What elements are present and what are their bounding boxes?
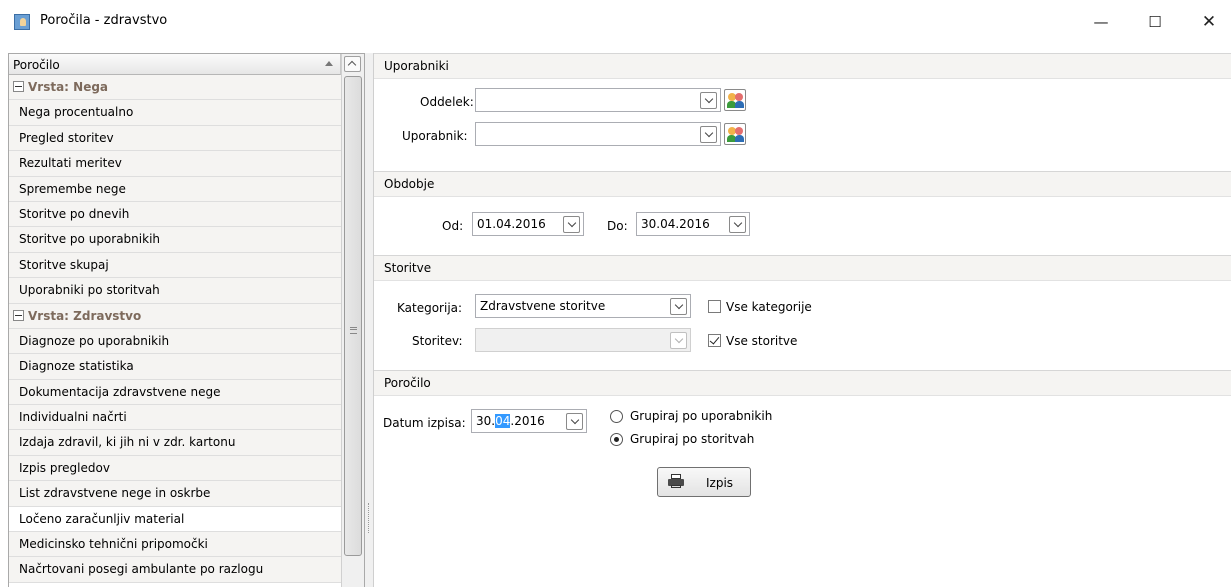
print-button[interactable]: Izpis bbox=[657, 467, 751, 497]
datum-day: 30. bbox=[476, 414, 496, 428]
vse-kategorije-checkbox[interactable] bbox=[708, 300, 721, 313]
report-group-row[interactable]: Vrsta: Nega bbox=[9, 75, 341, 101]
do-value: 30.04.2016 bbox=[641, 217, 710, 231]
sort-ascending-icon bbox=[325, 61, 333, 66]
maximize-button[interactable]: ☐ bbox=[1140, 10, 1170, 34]
report-item[interactable]: Dokumentacija zdravstvene nege bbox=[9, 379, 341, 406]
collapse-icon[interactable] bbox=[13, 81, 24, 92]
kategorija-select[interactable]: Zdravstvene storitve bbox=[475, 294, 691, 318]
close-button[interactable]: ✕ bbox=[1194, 10, 1224, 34]
collapse-icon[interactable] bbox=[13, 309, 24, 321]
section-uporabniki: Uporabniki bbox=[374, 53, 1231, 79]
group-by-users-radio[interactable] bbox=[610, 410, 623, 423]
report-item[interactable]: Izpis pregledov bbox=[9, 455, 341, 482]
od-calendar-dropdown-icon[interactable] bbox=[563, 216, 580, 233]
uporabnik-select[interactable] bbox=[475, 122, 721, 146]
do-label: Do: bbox=[607, 219, 628, 233]
report-item[interactable]: List zdravstvene nege in oskrbe bbox=[9, 481, 341, 507]
report-item[interactable]: Rezultati meritev bbox=[9, 151, 341, 177]
datum-izpisa-date-picker[interactable]: 30.04.2016 bbox=[471, 409, 587, 433]
report-item[interactable]: Storitve po uporabnikih bbox=[9, 227, 341, 253]
group-by-services-radio[interactable] bbox=[610, 433, 623, 446]
datum-year: .2016 bbox=[510, 414, 545, 428]
title-bar: Poročila - zdravstvo — ☐ ✕ bbox=[0, 0, 1231, 44]
do-date-picker[interactable]: 30.04.2016 bbox=[636, 212, 750, 236]
window-title: Poročila - zdravstvo bbox=[40, 13, 168, 28]
datum-izpisa-dropdown-icon[interactable] bbox=[566, 413, 583, 430]
report-item[interactable]: Nega procentualno bbox=[9, 100, 341, 126]
report-item[interactable]: Pregled storitev bbox=[9, 125, 341, 152]
oddelek-users-button[interactable] bbox=[724, 89, 746, 111]
datum-month-selected: 04 bbox=[495, 414, 511, 428]
report-group-row[interactable]: Vrsta: Zdravstvo bbox=[9, 303, 341, 329]
report-item[interactable]: Storitve po dnevih bbox=[9, 201, 341, 228]
report-group-label: Vrsta: Zdravstvo bbox=[28, 308, 142, 323]
report-item-selected[interactable]: Ločeno zaračunljiv material bbox=[9, 506, 341, 533]
app-icon bbox=[14, 14, 30, 30]
report-list: Vrsta: Nega Nega procentualno Pregled stor… bbox=[9, 75, 341, 583]
storitev-label: Storitev: bbox=[412, 334, 463, 348]
scroll-thumb[interactable] bbox=[344, 76, 362, 556]
report-item[interactable]: Diagnoze statistika bbox=[9, 354, 341, 380]
kategorija-dropdown-icon[interactable] bbox=[670, 298, 687, 315]
report-item[interactable]: Medicinsko tehnični pripomočki bbox=[9, 532, 341, 558]
report-list-header-label: Poročilo bbox=[13, 58, 60, 72]
kategorija-value: Zdravstvene storitve bbox=[480, 299, 606, 313]
kategorija-label: Kategorija: bbox=[397, 301, 463, 315]
oddelek-dropdown-icon[interactable] bbox=[700, 92, 717, 109]
report-list-scrollbar[interactable] bbox=[341, 54, 364, 587]
datum-izpisa-label: Datum izpisa: bbox=[383, 416, 466, 430]
printer-icon bbox=[668, 474, 684, 488]
od-date-picker[interactable]: 01.04.2016 bbox=[472, 212, 584, 236]
report-item[interactable]: Individualni načrti bbox=[9, 405, 341, 431]
report-list-panel: Poročilo Vrsta: Nega Nega procentualno Pre… bbox=[8, 53, 365, 587]
uporabnik-users-button[interactable] bbox=[724, 123, 746, 145]
do-calendar-dropdown-icon[interactable] bbox=[729, 216, 746, 233]
section-porocilo: Poročilo bbox=[374, 370, 1231, 396]
vse-storitve-label: Vse storitve bbox=[726, 334, 798, 348]
section-obdobje: Obdobje bbox=[374, 171, 1231, 197]
vse-storitve-checkbox[interactable] bbox=[708, 334, 721, 347]
section-storitve: Storitve bbox=[374, 255, 1231, 281]
oddelek-select[interactable] bbox=[475, 88, 721, 112]
report-list-header[interactable]: Poročilo bbox=[9, 54, 341, 75]
report-options-panel: Uporabniki Oddelek: Uporabnik: Obdobje O… bbox=[373, 53, 1231, 587]
uporabnik-dropdown-icon[interactable] bbox=[700, 126, 717, 143]
oddelek-label: Oddelek: bbox=[420, 95, 474, 109]
scroll-up-button[interactable] bbox=[344, 56, 361, 72]
storitev-select[interactable] bbox=[475, 328, 691, 352]
report-group-label: Vrsta: Nega bbox=[28, 80, 109, 94]
report-item[interactable]: Spremembe nege bbox=[9, 176, 341, 202]
minimize-button[interactable]: — bbox=[1086, 10, 1116, 34]
uporabnik-label: Uporabnik: bbox=[402, 129, 468, 143]
od-value: 01.04.2016 bbox=[477, 217, 546, 231]
splitter-grip-icon bbox=[368, 503, 371, 533]
report-item[interactable]: Uporabniki po storitvah bbox=[9, 278, 341, 304]
print-button-label: Izpis bbox=[706, 476, 734, 490]
grip-icon bbox=[350, 327, 357, 334]
vse-kategorije-label: Vse kategorije bbox=[726, 300, 812, 314]
panel-splitter[interactable] bbox=[365, 53, 373, 587]
group-by-users-label: Grupiraj po uporabnikih bbox=[630, 409, 773, 423]
od-label: Od: bbox=[442, 219, 464, 233]
group-by-services-label: Grupiraj po storitvah bbox=[630, 432, 755, 446]
report-item[interactable]: Diagnoze po uporabnikih bbox=[9, 328, 341, 355]
report-item[interactable]: Izdaja zdravil, ki jih ni v zdr. kartonu bbox=[9, 430, 341, 456]
datum-izpisa-value: 30.04.2016 bbox=[476, 414, 545, 428]
report-item[interactable]: Storitve skupaj bbox=[9, 252, 341, 279]
report-item[interactable]: Načrtovani posegi ambulante po razlogu bbox=[9, 557, 341, 583]
storitev-dropdown-icon[interactable] bbox=[670, 332, 687, 349]
